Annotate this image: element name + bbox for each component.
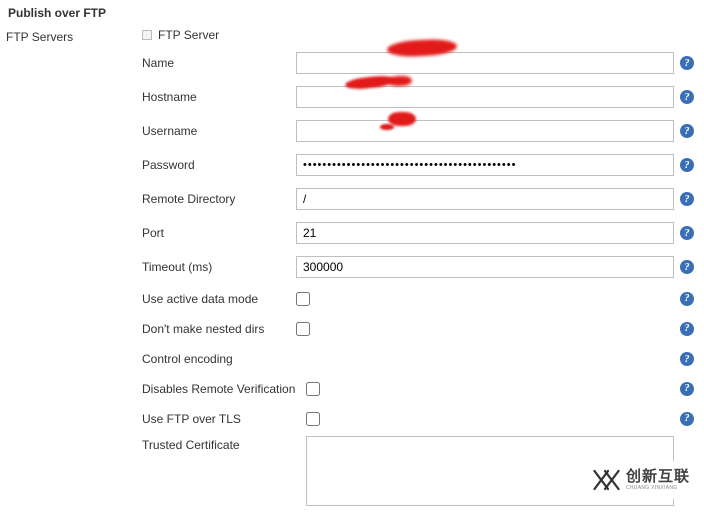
hostname-label: Hostname [136, 90, 296, 104]
no-nested-label: Don't make nested dirs [136, 322, 296, 336]
help-icon[interactable]: ? [680, 260, 694, 274]
name-input[interactable] [296, 52, 674, 74]
watermark-text-cn: 创新互联 [626, 469, 690, 486]
name-label: Name [136, 56, 296, 70]
remote-directory-input[interactable] [296, 188, 674, 210]
timeout-input[interactable] [296, 256, 674, 278]
ftp-server-config-group: FTP Server Name ? Hostname ? Use [136, 28, 694, 514]
hostname-input[interactable] [296, 86, 674, 108]
help-icon[interactable]: ? [680, 158, 694, 172]
help-icon[interactable]: ? [680, 90, 694, 104]
help-icon[interactable]: ? [680, 124, 694, 138]
left-nav-label: FTP Servers [6, 28, 136, 44]
timeout-label: Timeout (ms) [136, 260, 296, 274]
port-label: Port [136, 226, 296, 240]
disable-rv-checkbox[interactable] [306, 382, 320, 396]
disable-rv-label: Disables Remote Verification [136, 382, 306, 396]
help-icon[interactable]: ? [680, 322, 694, 336]
help-icon[interactable]: ? [680, 412, 694, 426]
control-encoding-label: Control encoding [136, 352, 296, 366]
watermark-text-en: CHUANG XINXIANG [626, 486, 690, 492]
username-label: Username [136, 124, 296, 138]
collapse-icon[interactable] [142, 30, 152, 40]
help-icon[interactable]: ? [680, 352, 694, 366]
trusted-cert-label: Trusted Certificate [136, 436, 306, 452]
username-input[interactable] [296, 120, 674, 142]
password-input[interactable] [296, 154, 674, 176]
use-tls-checkbox[interactable] [306, 412, 320, 426]
remote-directory-label: Remote Directory [136, 192, 296, 206]
use-tls-label: Use FTP over TLS [136, 412, 306, 426]
watermark-logo-icon [590, 465, 620, 495]
help-icon[interactable]: ? [680, 382, 694, 396]
group-title: FTP Server [158, 28, 219, 42]
help-icon[interactable]: ? [680, 192, 694, 206]
active-mode-label: Use active data mode [136, 292, 296, 306]
watermark: 创新互联 CHUANG XINXIANG [582, 461, 698, 499]
active-mode-checkbox[interactable] [296, 292, 310, 306]
help-icon[interactable]: ? [680, 56, 694, 70]
section-title: Publish over FTP [8, 6, 694, 20]
no-nested-checkbox[interactable] [296, 322, 310, 336]
help-icon[interactable]: ? [680, 226, 694, 240]
password-label: Password [136, 158, 296, 172]
help-icon[interactable]: ? [680, 292, 694, 306]
port-input[interactable] [296, 222, 674, 244]
